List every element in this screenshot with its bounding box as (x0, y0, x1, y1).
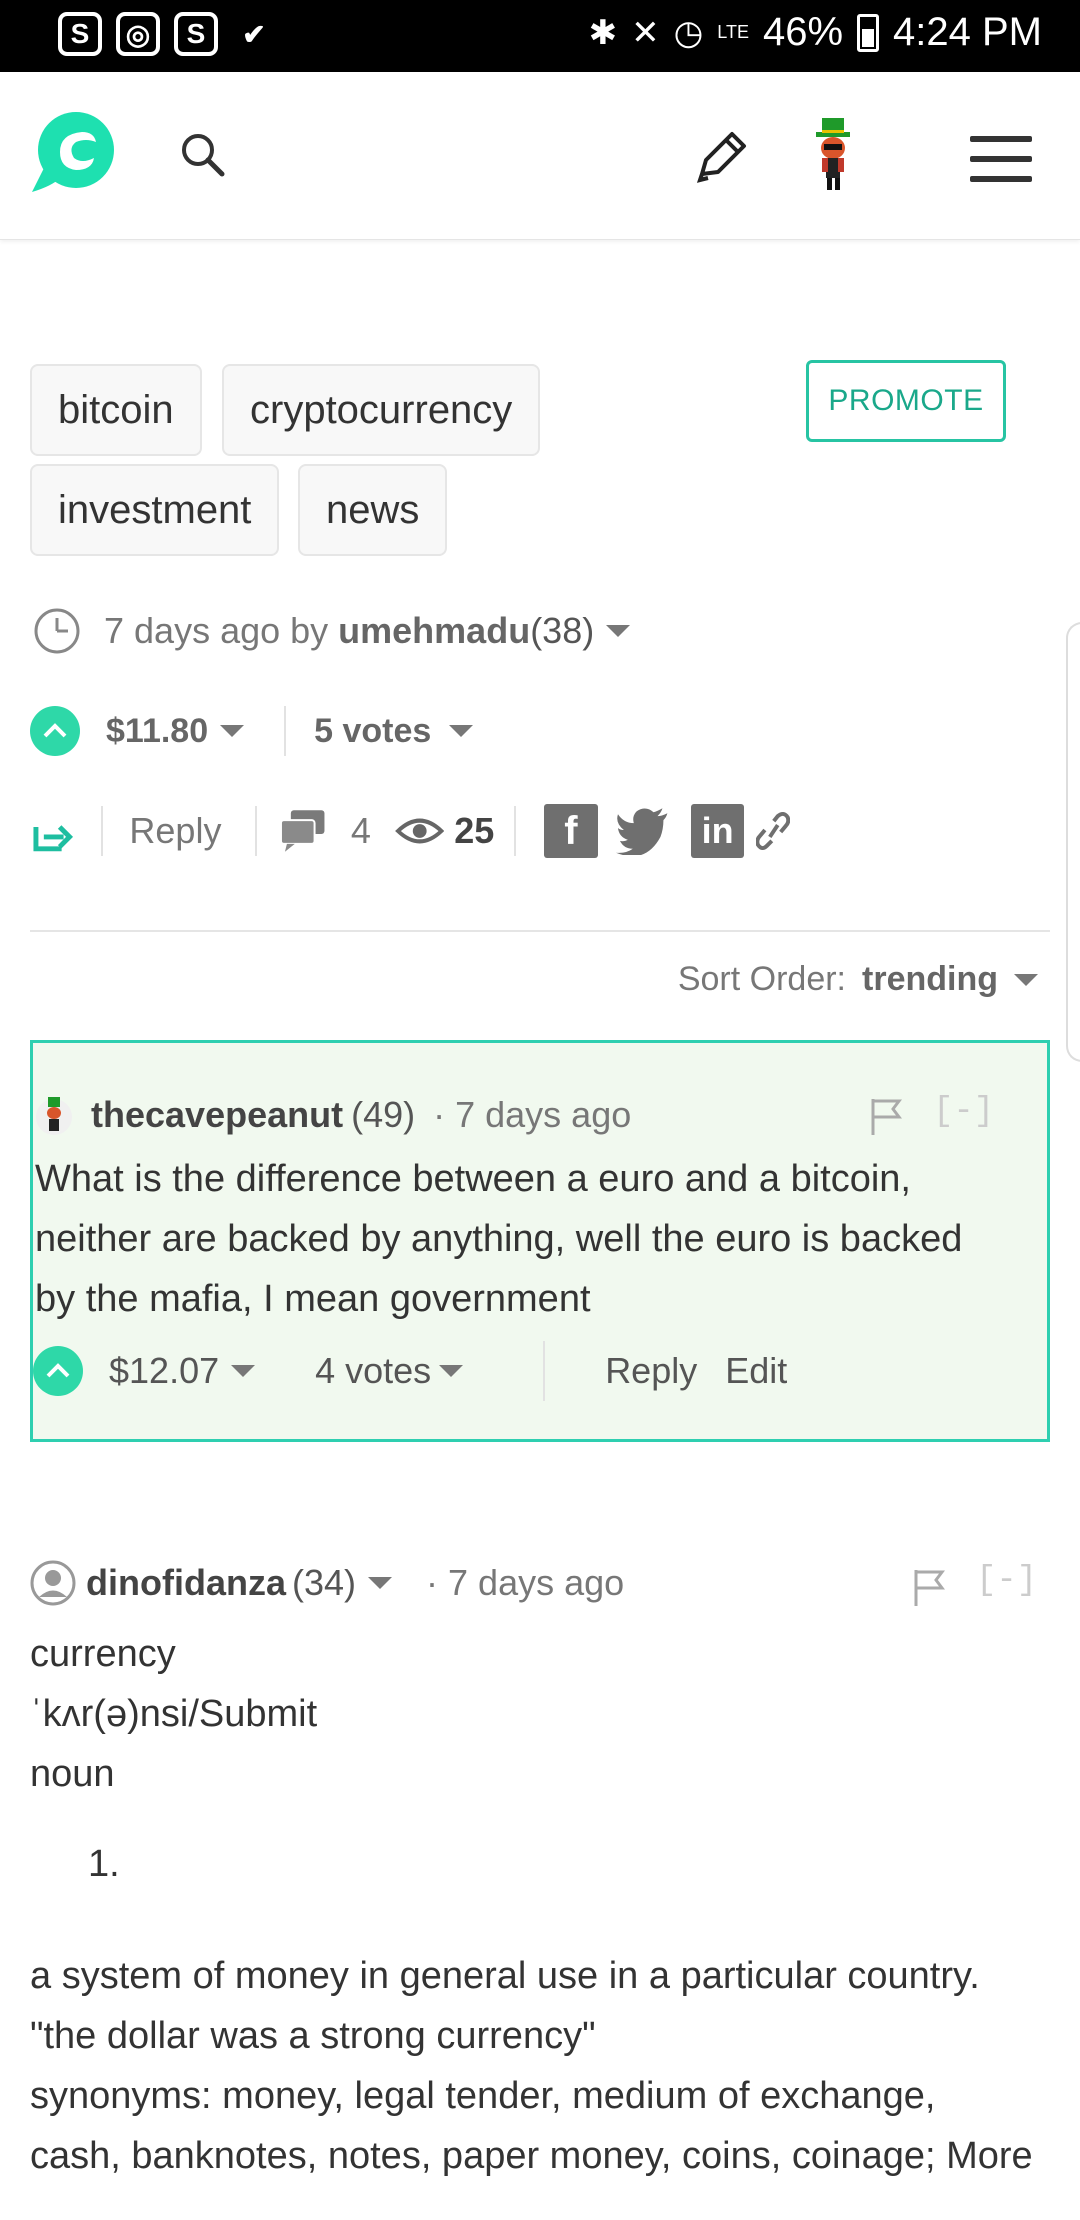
comment-time[interactable]: · 7 days ago (426, 1562, 624, 1604)
post-author-link[interactable]: umehmadu (338, 610, 530, 652)
bluetooth-icon: ✱ (588, 13, 618, 52)
list-number: 1. (88, 1843, 120, 1885)
author-dropdown-caret-icon[interactable] (606, 625, 631, 637)
post-time: 7 days ago by (104, 610, 329, 651)
comment-line: What is the difference between a euro an… (35, 1158, 911, 1200)
app-header (0, 72, 1080, 240)
post-reply-link[interactable]: Reply (129, 810, 221, 852)
linkedin-share-icon[interactable]: in (691, 804, 745, 858)
comment-line: cash, banknotes, notes, paper money, coi… (30, 2135, 1033, 2177)
check-notification-icon: ✔ (242, 18, 266, 50)
link-icon[interactable] (756, 811, 790, 851)
system-status: ✱ ✕ ◷ LTE 46% 4:24 PM (589, 10, 1042, 55)
user-avatar[interactable] (808, 116, 858, 192)
facebook-share-icon[interactable]: f (544, 804, 598, 858)
comment-header: dinofidanza (34) · 7 days ago (30, 1560, 624, 1606)
default-user-icon[interactable] (30, 1560, 76, 1606)
comment-line: "the dollar was a strong currency" (30, 2015, 596, 2057)
comment-payout[interactable]: $12.07 (109, 1350, 219, 1392)
scroll-edge-panel[interactable] (1066, 622, 1080, 1062)
notification-icons: S ◎ S ✔ (58, 12, 276, 56)
author-dropdown-caret-icon[interactable] (368, 1577, 393, 1589)
post-meta: 7 days ago by umehmadu (38) (32, 606, 631, 656)
search-icon[interactable] (178, 130, 226, 178)
separator (543, 1341, 546, 1401)
flag-icon[interactable] (869, 1097, 903, 1137)
separator (101, 806, 104, 856)
post-action-row: Reply 4 25 f in (30, 800, 790, 862)
clock-time: 4:24 PM (893, 10, 1042, 54)
comment-author-reputation: (34) (292, 1562, 357, 1603)
sort-order-label: Sort Order: (677, 960, 847, 998)
divider (30, 930, 1050, 932)
post-votes-count[interactable]: 5 votes (314, 712, 431, 751)
app-notification-icon: S (58, 12, 102, 56)
promote-button[interactable]: PROMOTE (806, 360, 1006, 442)
views-count: 25 (454, 810, 495, 851)
comments-icon[interactable] (279, 808, 328, 854)
resteem-icon[interactable] (30, 809, 77, 853)
tag-bitcoin[interactable]: bitcoin (30, 364, 202, 456)
lte-signal-icon: LTE (717, 22, 749, 42)
separator (284, 706, 287, 756)
comment-reply-link[interactable]: Reply (605, 1350, 697, 1392)
author-reputation: (38) (530, 610, 595, 651)
collapse-toggle[interactable]: [-] (933, 1093, 994, 1131)
payout-dropdown-caret-icon[interactable] (220, 725, 245, 737)
comment-author-reputation: (49) (351, 1094, 416, 1135)
comment-line: noun (30, 1753, 115, 1795)
clock-icon (34, 608, 80, 654)
battery-icon (857, 13, 880, 52)
comment-card-highlighted: thecavepeanut (49) · 7 days ago [-] What… (30, 1040, 1050, 1442)
steemit-logo-icon[interactable] (30, 106, 118, 194)
comment-line: neither are backed by anything, well the… (35, 1218, 963, 1260)
sort-order[interactable]: Sort Order: trending (678, 960, 1038, 999)
comment-votes-count[interactable]: 4 votes (315, 1350, 431, 1392)
comment-author-link[interactable]: thecavepeanut (91, 1094, 343, 1136)
post-payout[interactable]: $11.80 (106, 712, 208, 751)
definition-text: a system of money in general use in a pa… (30, 1946, 1033, 2186)
comment-body: What is the difference between a euro an… (35, 1149, 962, 1329)
separator (514, 806, 517, 856)
comment-votes-caret-icon[interactable] (439, 1365, 464, 1377)
comment-body: currency ˈkʌr(ə)nsi/Submit noun (30, 1624, 317, 1804)
mute-icon: ✕ (631, 13, 660, 52)
battery-percent: 46% (762, 10, 844, 54)
instagram-notification-icon: ◎ (116, 12, 160, 56)
separator (255, 806, 258, 856)
comment-time[interactable]: · 7 days ago (433, 1094, 631, 1136)
hamburger-menu-icon[interactable] (970, 136, 1032, 182)
pencil-icon[interactable] (692, 124, 752, 184)
tag-cryptocurrency[interactable]: cryptocurrency (222, 364, 541, 456)
comment-footer: $12.07 4 votes Reply Edit (33, 1341, 787, 1401)
alarm-icon: ◷ (673, 13, 704, 52)
comments-count: 4 (350, 810, 371, 851)
votes-dropdown-caret-icon[interactable] (449, 725, 474, 737)
status-bar: S ◎ S ✔ ✱ ✕ ◷ LTE 46% 4:24 PM (0, 0, 1080, 72)
tag-investment[interactable]: investment (30, 464, 280, 556)
comment-line: currency (30, 1633, 176, 1675)
comment-line: by the mafia, I mean government (35, 1278, 591, 1320)
commenter-avatar[interactable] (35, 1093, 73, 1137)
upvote-button[interactable] (30, 706, 80, 756)
comment-line: ˈkʌr(ə)nsi/Submit (30, 1693, 318, 1735)
eye-icon (394, 818, 445, 844)
app-notification-icon: S (174, 12, 218, 56)
comment-line: synonyms: money, legal tender, medium of… (30, 2075, 936, 2117)
comment-payout-caret-icon[interactable] (231, 1365, 256, 1377)
comment-upvote-button[interactable] (33, 1346, 83, 1396)
collapse-toggle[interactable]: [-] (976, 1562, 1037, 1600)
comment-line: a system of money in general use in a pa… (30, 1955, 980, 1997)
comment-edit-link[interactable]: Edit (725, 1350, 787, 1392)
twitter-share-icon[interactable] (615, 807, 669, 855)
comment-author-link[interactable]: dinofidanza (86, 1562, 286, 1604)
comment-header: thecavepeanut (49) · 7 days ago (35, 1093, 631, 1137)
sort-dropdown-caret-icon[interactable] (1014, 973, 1038, 986)
tag-news[interactable]: news (298, 464, 448, 556)
flag-icon[interactable] (912, 1568, 946, 1608)
chevron-up-icon (46, 1363, 70, 1378)
sort-order-value[interactable]: trending (862, 960, 998, 999)
post-vote-row: $11.80 5 votes (30, 706, 474, 756)
chevron-up-icon (43, 723, 67, 738)
